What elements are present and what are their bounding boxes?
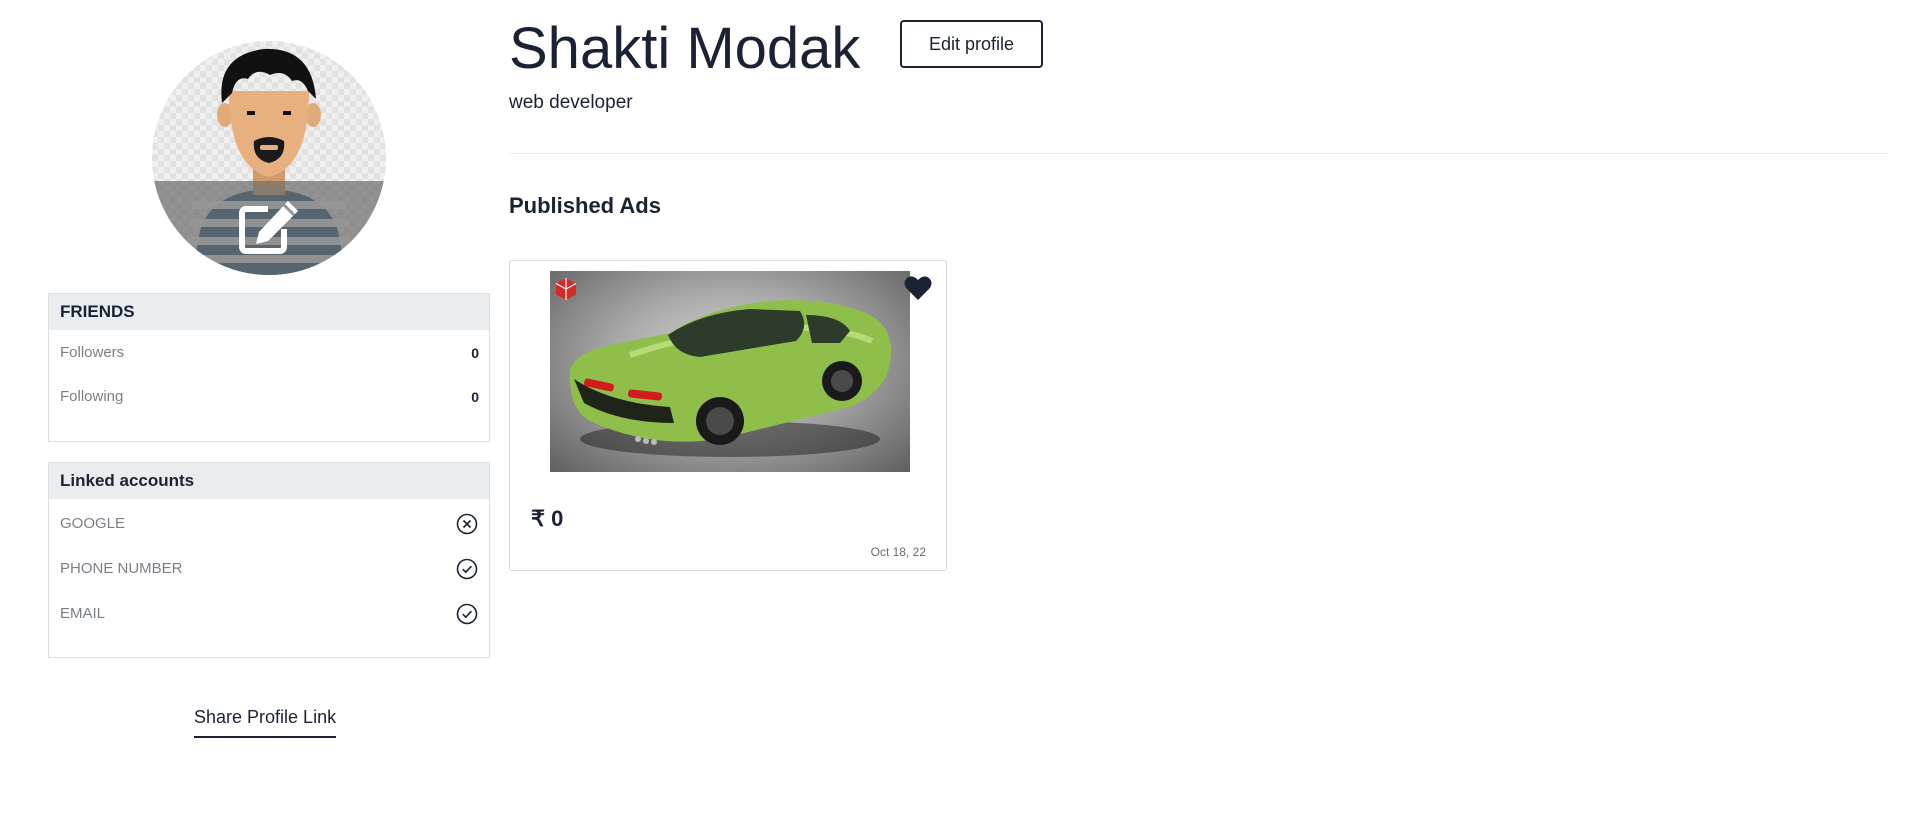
linked-account-email[interactable]: EMAIL	[49, 591, 489, 636]
x-circle-icon	[456, 513, 478, 535]
profile-name: Shakti Modak	[509, 16, 861, 81]
green-sports-car-image	[569, 300, 892, 457]
following-label: Following	[60, 388, 124, 405]
followers-count: 0	[471, 345, 479, 361]
ad-card[interactable]: ₹ 0 Oct 18, 22	[509, 260, 947, 571]
published-ads-heading: Published Ads	[509, 193, 661, 218]
profile-title: web developer	[509, 92, 633, 113]
followers-row[interactable]: Followers 0	[49, 331, 489, 375]
ad-image[interactable]	[550, 271, 910, 472]
avatar[interactable]	[152, 41, 386, 275]
avatar-edit-overlay[interactable]	[152, 181, 386, 275]
friends-heading: FRIENDS	[49, 294, 489, 330]
brand-logo-icon	[555, 278, 577, 300]
following-count: 0	[471, 389, 479, 405]
share-profile-link[interactable]: Share Profile Link	[194, 707, 337, 738]
linked-account-phone[interactable]: PHONE NUMBER	[49, 546, 489, 591]
linked-account-label: GOOGLE	[60, 515, 126, 532]
check-circle-icon	[456, 603, 478, 625]
linked-account-label: PHONE NUMBER	[60, 560, 183, 577]
linked-accounts-panel: Linked accounts GOOGLE PHONE NUMBER EMAI…	[48, 462, 490, 658]
divider	[509, 153, 1887, 154]
ad-price: ₹ 0	[531, 506, 564, 531]
linked-account-google[interactable]: GOOGLE	[49, 501, 489, 546]
followers-label: Followers	[60, 344, 125, 361]
profile-page: FRIENDS Followers 0 Following 0 Linked a…	[0, 0, 1920, 830]
ad-date: Oct 18, 22	[870, 545, 926, 559]
edit-profile-button[interactable]: Edit profile	[900, 20, 1043, 68]
linked-accounts-heading: Linked accounts	[49, 463, 489, 499]
check-circle-icon	[456, 558, 478, 580]
edit-pencil-icon	[239, 201, 298, 254]
following-row[interactable]: Following 0	[49, 375, 489, 419]
friends-panel: FRIENDS Followers 0 Following 0	[48, 293, 490, 442]
heart-icon[interactable]	[904, 275, 932, 301]
linked-account-label: EMAIL	[60, 605, 106, 622]
